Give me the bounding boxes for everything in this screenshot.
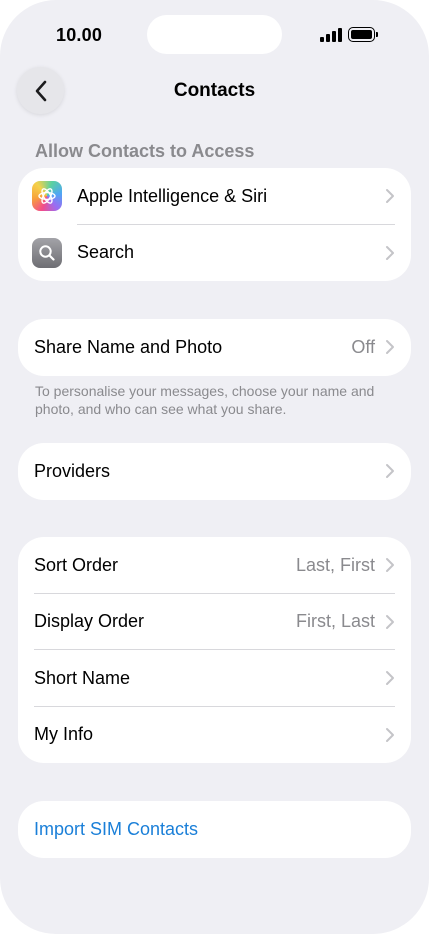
phone-screen: 10.00 Contacts Allow Contacts to Access — [0, 0, 429, 934]
row-value: First, Last — [295, 611, 375, 632]
chevron-right-icon — [386, 727, 394, 742]
apple-intelligence-icon — [32, 181, 62, 211]
providers-group: Providers — [18, 443, 411, 500]
section-header-access: Allow Contacts to Access — [35, 141, 255, 161]
row-label: Providers — [34, 460, 111, 481]
row-apple-intelligence-siri[interactable]: Apple Intelligence & Siri — [18, 168, 411, 225]
share-footer-note: To personalise your messages, choose you… — [35, 383, 375, 417]
row-label: Share Name and Photo — [34, 336, 223, 357]
import-sim-contacts-label: Import SIM Contacts — [34, 818, 199, 839]
row-label: My Info — [34, 724, 94, 745]
chevron-right-icon — [386, 464, 394, 479]
search-icon — [32, 237, 62, 268]
display-settings-group: Sort Order Last, First Display Order Fir… — [18, 537, 411, 763]
import-group: Import SIM Contacts — [18, 801, 411, 858]
row-label: Apple Intelligence & Siri — [77, 185, 268, 206]
chevron-right-icon — [386, 671, 394, 686]
row-sort-order[interactable]: Sort Order Last, First — [18, 537, 411, 594]
row-label: Search — [77, 242, 135, 263]
row-providers[interactable]: Providers — [18, 443, 411, 500]
row-value: Off — [351, 336, 375, 357]
chevron-right-icon — [386, 558, 394, 573]
chevron-right-icon — [386, 340, 394, 355]
share-group: Share Name and Photo Off — [18, 319, 411, 376]
row-label: Short Name — [34, 667, 131, 688]
cellular-signal-icon — [320, 28, 342, 42]
row-label: Display Order — [34, 611, 145, 632]
page-title: Contacts — [173, 80, 256, 101]
import-sim-contacts-button[interactable]: Import SIM Contacts — [18, 801, 411, 858]
chevron-right-icon — [386, 245, 394, 260]
access-group: Apple Intelligence & Siri Search — [18, 168, 411, 281]
status-time: 10.00 — [56, 25, 103, 45]
row-short-name[interactable]: Short Name — [18, 650, 411, 707]
chevron-right-icon — [386, 189, 394, 204]
row-display-order[interactable]: Display Order First, Last — [18, 594, 411, 650]
row-share-name-photo[interactable]: Share Name and Photo Off — [18, 319, 411, 376]
row-label: Sort Order — [34, 554, 119, 575]
row-search[interactable]: Search — [18, 225, 411, 282]
row-value: Last, First — [295, 554, 375, 575]
row-my-info[interactable]: My Info — [18, 707, 411, 764]
dynamic-island — [147, 15, 282, 54]
status-bar: 10.00 — [0, 0, 429, 70]
battery-icon — [348, 27, 378, 42]
chevron-right-icon — [386, 614, 394, 629]
